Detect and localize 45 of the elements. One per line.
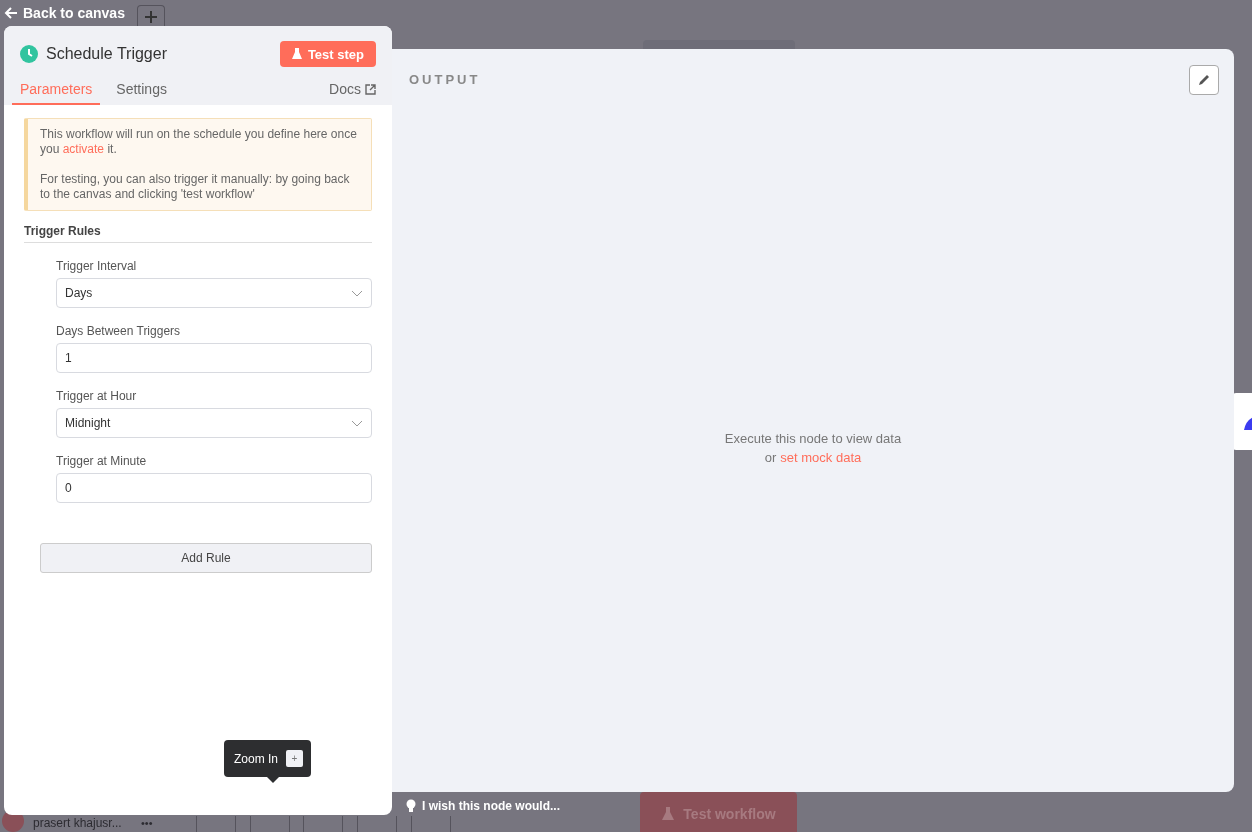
input-field[interactable]: 1 — [56, 343, 372, 373]
lightbulb-icon — [406, 799, 416, 813]
toolbar-button[interactable] — [250, 816, 290, 832]
field-label: Days Between Triggers — [56, 324, 182, 338]
plus-icon — [145, 11, 157, 23]
shortcut-key: + — [286, 750, 303, 767]
pencil-icon — [1197, 73, 1211, 87]
panel-title: OUTPUT — [409, 72, 481, 87]
toolbar-button[interactable] — [411, 816, 451, 832]
empty-message: Execute this node to view data — [724, 430, 902, 448]
chevron-down-icon — [351, 289, 363, 297]
select-field[interactable]: Days — [56, 278, 372, 308]
field-label: Trigger at Hour — [56, 389, 138, 403]
more-options[interactable]: ••• — [141, 816, 153, 830]
toolbar-button[interactable] — [357, 816, 397, 832]
field-label: Trigger Interval — [56, 259, 138, 273]
notice-text: This workflow will run on the schedule you define here once you activate it. — [40, 127, 358, 157]
set-mock-data-link[interactable]: set mock data — [780, 448, 862, 467]
or-text: or — [764, 449, 777, 467]
tooltip-text: Zoom In — [234, 751, 278, 766]
docs-link[interactable]: Docs — [329, 81, 376, 105]
test-step-button[interactable]: Test step — [279, 41, 376, 67]
select-field[interactable]: Midnight — [56, 408, 372, 438]
user-name: prasert khajusr... — [33, 816, 122, 830]
tab[interactable]: Settings — [108, 81, 175, 105]
tab[interactable]: Parameters — [12, 81, 101, 105]
flask-icon — [661, 806, 676, 822]
field-label: Trigger at Minute — [56, 454, 148, 468]
chevron-down-icon — [351, 419, 363, 427]
input-field[interactable]: 0 — [56, 473, 372, 503]
notice-text: For testing, you can also trigger it manually: by going back to the canvas and clicking 'test workflow' — [40, 172, 351, 202]
feedback-prompt[interactable]: I wish this node would... — [422, 799, 560, 813]
flask-icon — [291, 48, 302, 60]
add-rule-button[interactable]: Add Rule — [40, 543, 372, 573]
back-to-canvas-link[interactable]: Back to canvas — [4, 5, 125, 21]
node-title: Schedule Trigger — [46, 45, 168, 63]
toolbar-button[interactable] — [303, 816, 343, 832]
arrow-left-icon — [4, 6, 18, 20]
node-icon — [1244, 416, 1252, 430]
section-title: Trigger Rules — [24, 224, 372, 243]
activate-link[interactable]: activate — [62, 142, 105, 156]
clock-icon — [20, 45, 38, 63]
toolbar-button[interactable] — [196, 816, 236, 832]
external-link-icon — [365, 83, 376, 95]
edit-button[interactable] — [1189, 65, 1219, 95]
